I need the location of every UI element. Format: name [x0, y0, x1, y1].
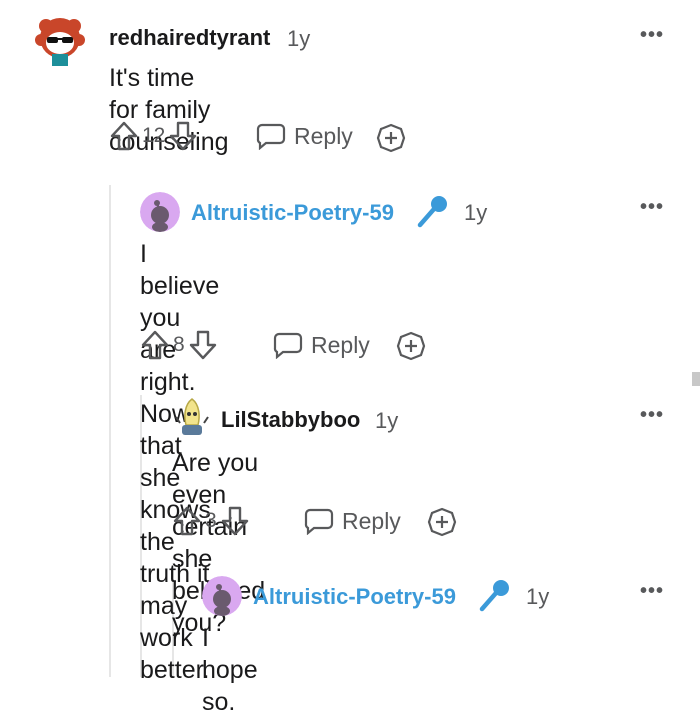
vote-count: 12: [142, 124, 166, 147]
avatar[interactable]: [202, 576, 242, 616]
reply-button[interactable]: Reply: [256, 122, 353, 150]
upvote-icon[interactable]: [141, 330, 169, 360]
reply-button[interactable]: Reply: [273, 331, 370, 359]
downvote-icon[interactable]: [221, 506, 249, 536]
award-plus-icon[interactable]: [396, 331, 426, 361]
more-options-icon[interactable]: •••: [640, 580, 664, 603]
reply-label: Reply: [311, 331, 370, 358]
comment-body-line: I hope so.: [202, 624, 258, 716]
more-options-icon[interactable]: •••: [640, 24, 664, 47]
comment-time: 1y: [464, 200, 488, 225]
speech-bubble-icon: [273, 332, 303, 359]
award-plus-icon[interactable]: [376, 123, 406, 153]
reply-button[interactable]: Reply: [304, 507, 401, 535]
comment-author[interactable]: Altruistic-Poetry-59: [191, 200, 394, 226]
avatar[interactable]: [172, 397, 212, 439]
speech-bubble-icon: [256, 123, 286, 150]
award-plus-icon[interactable]: [427, 507, 457, 537]
comment-time: 1y: [287, 26, 311, 51]
more-options-icon[interactable]: •••: [640, 196, 664, 219]
vote-controls: 12: [110, 121, 197, 151]
comment-author[interactable]: redhairedtyrant: [109, 25, 270, 51]
avatar[interactable]: [32, 12, 88, 68]
comment-body: I hope so.: [202, 622, 258, 718]
vote-count: 3: [205, 509, 217, 532]
speech-bubble-icon: [304, 508, 334, 535]
vote-controls: 8: [141, 330, 217, 360]
reply-label: Reply: [294, 122, 353, 149]
microphone-icon: [417, 196, 447, 228]
upvote-icon[interactable]: [173, 506, 201, 536]
downvote-icon[interactable]: [169, 121, 197, 151]
microphone-icon: [479, 580, 509, 612]
vote-count: 8: [173, 333, 185, 356]
reply-label: Reply: [342, 507, 401, 534]
more-options-icon[interactable]: •••: [640, 404, 664, 427]
thread-line-1[interactable]: [109, 185, 111, 677]
comment-author[interactable]: Altruistic-Poetry-59: [253, 584, 456, 610]
scrollbar-thumb[interactable]: [692, 372, 700, 386]
upvote-icon[interactable]: [110, 121, 138, 151]
comment-time: 1y: [526, 584, 550, 609]
vote-controls: 3: [173, 506, 249, 536]
avatar[interactable]: [140, 192, 180, 232]
comment-author[interactable]: LilStabbyboo: [221, 407, 360, 433]
downvote-icon[interactable]: [189, 330, 217, 360]
comment-time: 1y: [375, 408, 399, 433]
